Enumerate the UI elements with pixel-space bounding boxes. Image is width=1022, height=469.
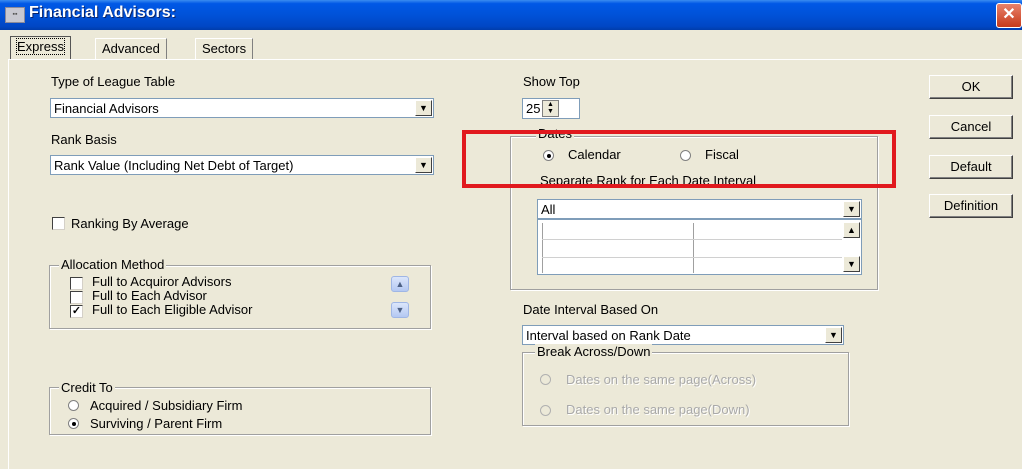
grid-line [542, 223, 543, 273]
cancel-button[interactable]: Cancel [929, 115, 1013, 139]
full-to-acquiror-checkbox[interactable] [70, 277, 83, 290]
break-across-legend: Break Across/Down [535, 344, 653, 359]
full-to-each-label: Full to Each Advisor [92, 288, 207, 303]
show-top-value: 25 [526, 101, 541, 116]
acquired-firm-label: Acquired / Subsidiary Firm [90, 398, 243, 413]
grid-line [542, 257, 842, 258]
date-interval-based-value: Interval based on Rank Date [526, 328, 691, 343]
chevron-down-icon[interactable]: ▼ [843, 256, 860, 272]
show-top-label: Show Top [523, 74, 580, 89]
league-table-label: Type of League Table [51, 74, 176, 89]
tab-panel-border [8, 59, 1022, 60]
date-interval-based-label: Date Interval Based On [523, 302, 659, 317]
full-to-eligible-checkbox[interactable]: ✓ [70, 305, 83, 318]
default-button[interactable]: Default [929, 155, 1013, 179]
allocation-method-legend: Allocation Method [59, 257, 167, 272]
chevron-down-icon[interactable]: ▼ [415, 157, 432, 173]
ok-button[interactable]: OK [929, 75, 1013, 99]
chevron-down-icon[interactable]: ▼ [825, 327, 842, 343]
chevron-down-icon[interactable]: ▼ [843, 201, 860, 217]
full-to-acquiror-label: Full to Acquiror Advisors [92, 274, 232, 289]
tab-advanced[interactable]: Advanced [95, 38, 167, 59]
tab-express-label: Express [16, 38, 65, 55]
move-up-button[interactable]: ▲ [391, 276, 409, 292]
surviving-firm-label: Surviving / Parent Firm [90, 416, 223, 431]
across-label: Dates on the same page(Across) [566, 372, 757, 387]
show-top-spinner[interactable]: 25 ▲ ▼ [522, 98, 580, 119]
definition-button[interactable]: Definition [929, 194, 1013, 218]
date-interval-grid[interactable]: ▲ ▼ [537, 219, 862, 275]
chevron-up-icon[interactable]: ▲ [843, 222, 860, 238]
ranking-by-average-checkbox[interactable] [52, 217, 65, 230]
tab-sectors[interactable]: Sectors [195, 38, 254, 59]
rank-basis-value: Rank Value (Including Net Debt of Target… [54, 158, 294, 173]
rank-basis-label: Rank Basis [51, 132, 117, 147]
down-label: Dates on the same page(Down) [566, 402, 750, 417]
across-radio[interactable] [540, 374, 551, 385]
full-to-eligible-label: Full to Each Eligible Advisor [92, 302, 253, 317]
grid-line [542, 239, 842, 240]
credit-to-legend: Credit To [59, 380, 115, 395]
league-table-select[interactable]: Financial Advisors ▼ [50, 98, 434, 118]
full-to-each-checkbox[interactable] [70, 291, 83, 304]
window-title: Financial Advisors: [29, 4, 176, 21]
date-interval-select-value: All [541, 202, 556, 217]
surviving-firm-radio[interactable] [68, 418, 79, 429]
chevron-down-icon[interactable]: ▼ [415, 100, 432, 116]
rank-basis-select[interactable]: Rank Value (Including Net Debt of Target… [50, 155, 434, 175]
spinner-arrows-icon[interactable]: ▲ ▼ [542, 100, 559, 117]
down-radio[interactable] [540, 405, 551, 416]
close-button[interactable]: ✕ [996, 3, 1022, 28]
tab-express[interactable]: Express [10, 36, 71, 60]
date-interval-select[interactable]: All ▼ [537, 199, 862, 219]
acquired-firm-radio[interactable] [68, 400, 79, 411]
move-down-button[interactable]: ▼ [391, 302, 409, 318]
ranking-by-average-label: Ranking By Average [71, 216, 189, 231]
grid-line [693, 223, 694, 273]
tab-panel-border-left [8, 59, 9, 469]
date-interval-based-select[interactable]: Interval based on Rank Date ▼ [522, 325, 844, 345]
annotation-highlight [462, 130, 896, 188]
league-table-value: Financial Advisors [54, 101, 159, 116]
app-icon: ▪▪ [5, 7, 25, 23]
